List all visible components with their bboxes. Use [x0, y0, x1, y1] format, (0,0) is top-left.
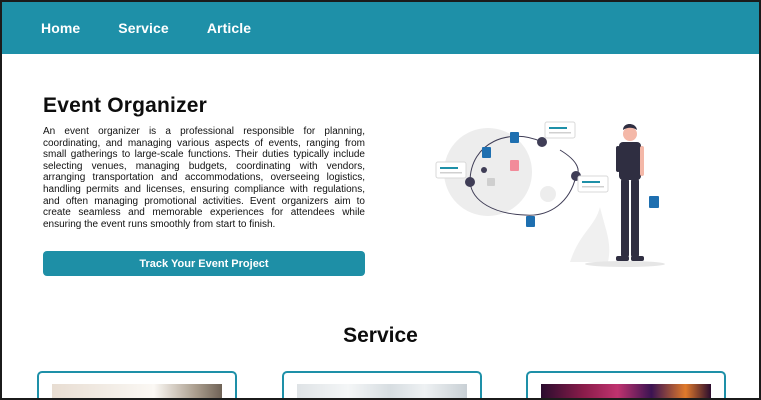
node-dot — [537, 137, 547, 147]
page-frame: Home Service Article Event Organizer An … — [0, 0, 761, 400]
service-card-image — [52, 384, 222, 398]
service-card-image — [297, 384, 467, 398]
document-icon — [526, 216, 535, 227]
document-icon — [482, 147, 491, 158]
bg-dot — [540, 186, 556, 202]
hero-description: An event organizer is a professional res… — [43, 126, 365, 230]
document-icon — [510, 160, 519, 171]
person-figure — [616, 124, 659, 261]
track-event-project-button[interactable]: Track Your Event Project — [43, 251, 365, 276]
hero-title: Event Organizer — [43, 94, 208, 117]
message-card-icon — [435, 161, 467, 179]
node-dot — [465, 177, 475, 187]
bg-leaf — [570, 207, 610, 262]
service-card-image — [541, 384, 711, 398]
lock-icon — [487, 178, 495, 186]
nav-article-link[interactable]: Article — [207, 20, 251, 36]
message-card-icon — [577, 175, 609, 193]
service-card[interactable] — [282, 371, 482, 398]
nav-home-link[interactable]: Home — [41, 20, 80, 36]
floor-shadow — [585, 261, 665, 267]
node-dot — [481, 167, 487, 173]
document-icon — [510, 132, 519, 143]
nav-service-link[interactable]: Service — [118, 20, 169, 36]
message-card-icon — [544, 121, 576, 139]
hero-illustration — [435, 121, 665, 267]
service-card[interactable] — [37, 371, 237, 398]
top-navbar: Home Service Article — [2, 2, 759, 54]
service-section-title: Service — [343, 324, 418, 347]
service-card[interactable] — [526, 371, 726, 398]
